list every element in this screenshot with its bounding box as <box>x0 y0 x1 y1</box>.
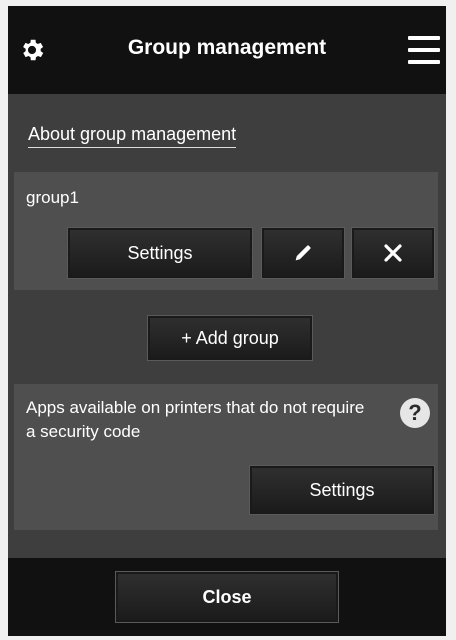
close-label: Close <box>202 586 252 607</box>
group-settings-label: Settings <box>127 242 193 263</box>
close-button[interactable]: Close <box>116 572 338 622</box>
help-icon[interactable]: ? <box>400 398 430 428</box>
apps-description: Apps available on printers that do not r… <box>26 398 365 441</box>
pencil-icon <box>295 245 311 261</box>
add-group-label: + Add group <box>181 327 279 348</box>
apps-settings-label: Settings <box>309 479 375 500</box>
group-settings-button[interactable]: Settings <box>68 228 252 278</box>
footer-bar: Close <box>8 558 446 636</box>
edit-group-button[interactable] <box>262 228 344 278</box>
apps-security-card: Apps available on printers that do not r… <box>14 384 438 530</box>
group-name: group1 <box>26 188 79 207</box>
gear-icon[interactable] <box>18 36 46 64</box>
header-bar: Group management <box>8 6 446 94</box>
group-card: group1 Settings <box>14 172 438 290</box>
add-group-button[interactable]: + Add group <box>148 316 312 360</box>
page-title: Group management <box>127 36 327 59</box>
apps-settings-button[interactable]: Settings <box>250 466 434 514</box>
close-icon <box>384 244 402 262</box>
hamburger-menu-icon[interactable] <box>408 36 440 64</box>
about-group-management-link[interactable]: About group management <box>28 124 237 148</box>
app-screen: Group management About group management … <box>8 6 446 636</box>
main-content: About group management group1 Settings +… <box>8 94 446 558</box>
delete-group-button[interactable] <box>352 228 434 278</box>
